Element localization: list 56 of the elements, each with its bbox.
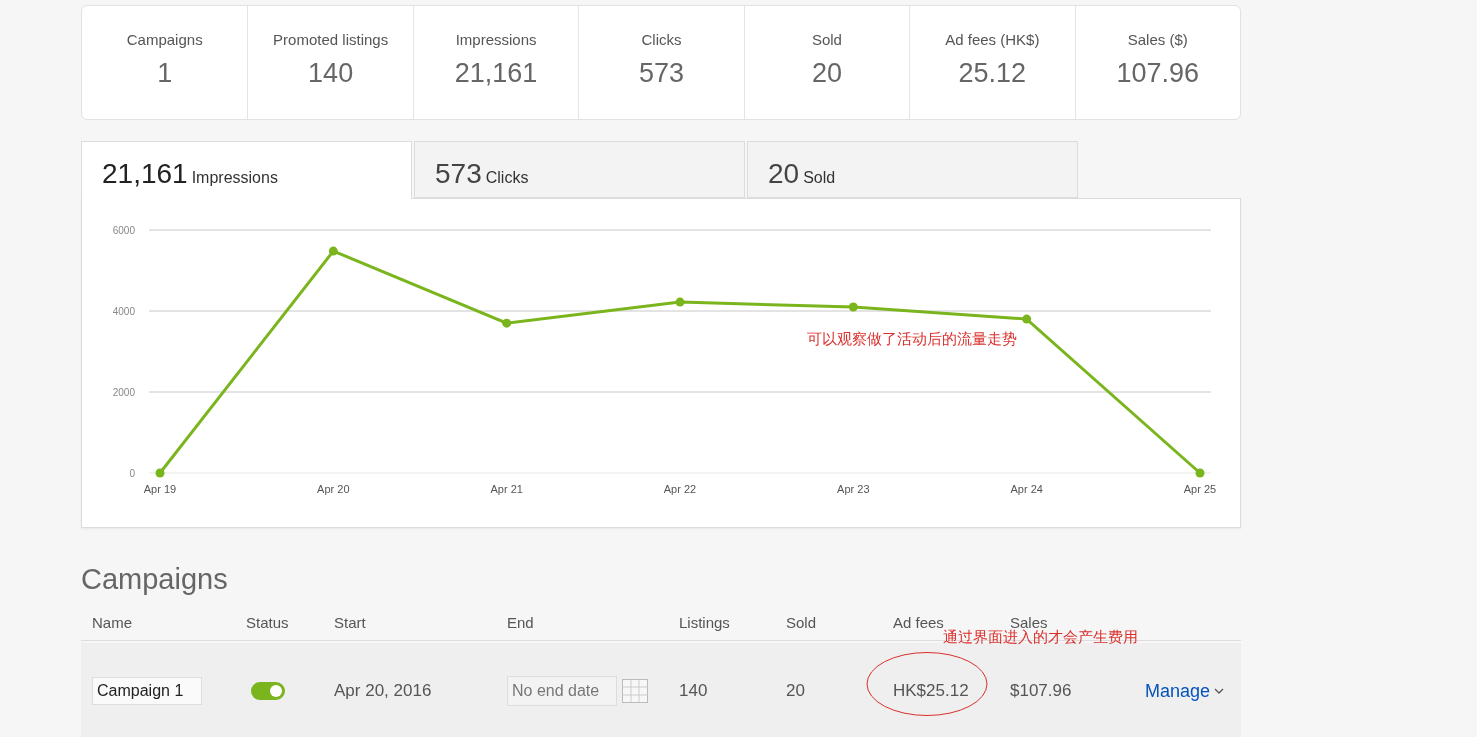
- column-header: Status: [246, 613, 290, 631]
- data-point: [502, 318, 512, 328]
- annotation-note: 可以观察做了活动后的流量走势: [807, 330, 1017, 349]
- stat-value: 573: [638, 58, 684, 89]
- stat-label: Sales ($): [1127, 31, 1188, 48]
- y-axis-label: 2000: [112, 387, 135, 398]
- column-header: Name: [92, 613, 133, 631]
- column-header: Ad fees: [893, 613, 944, 631]
- data-point: [328, 246, 338, 256]
- x-axis-label: Apr 20: [317, 483, 350, 495]
- stat-value: 25.12: [958, 58, 1027, 89]
- calendar-icon[interactable]: [622, 679, 648, 703]
- table-cell-text: $107.96: [1010, 681, 1073, 701]
- stat-value: 21,161: [454, 58, 538, 89]
- column-header: Listings: [679, 613, 731, 631]
- section-heading: Campaigns: [81, 563, 229, 596]
- column-header: End: [507, 613, 535, 631]
- table-cell-text: HK$25.12: [893, 681, 970, 701]
- x-axis-label: Apr 23: [837, 483, 870, 495]
- data-point: [1195, 468, 1205, 478]
- stat-label: Sold: [811, 31, 842, 48]
- x-axis-label: Apr 19: [143, 483, 177, 495]
- x-axis-label: Apr 21: [490, 483, 523, 495]
- data-point: [848, 302, 858, 312]
- table-cell-text: 20: [786, 681, 806, 701]
- stat-value: 140: [308, 58, 354, 89]
- x-axis-label: Apr 25: [1183, 483, 1217, 495]
- column-header: Start: [334, 613, 367, 631]
- data-point: [675, 297, 685, 307]
- data-point: [1022, 314, 1032, 324]
- x-axis-label: Apr 24: [1010, 483, 1043, 495]
- end-date-field[interactable]: No end date: [507, 676, 617, 706]
- stat-label: Clicks: [641, 31, 682, 48]
- y-axis-label: 6000: [112, 225, 135, 236]
- stat-label: Promoted listings: [273, 31, 389, 48]
- name-field[interactable]: Campaign 1: [92, 677, 202, 705]
- stat-value: 1: [157, 58, 173, 89]
- stat-label: Ad fees (HK$): [945, 31, 1040, 48]
- manage-link[interactable]: Manage: [1145, 680, 1241, 702]
- y-axis-label: 4000: [112, 306, 135, 317]
- x-axis-label: Apr 22: [663, 483, 697, 495]
- data-point: [155, 468, 165, 478]
- metric-tab[interactable]: 21,161 Impressions: [81, 141, 412, 199]
- stat-label: Campaigns: [126, 31, 203, 48]
- metric-tab[interactable]: 20 Sold: [747, 141, 1078, 198]
- table-cell-text: 140: [679, 681, 709, 701]
- table-cell-text: Apr 20, 2016: [334, 681, 433, 701]
- status-toggle[interactable]: [251, 682, 285, 700]
- chevron-down-icon: [1214, 688, 1225, 694]
- annotation-note: 通过界面进入的才会产生费用: [943, 628, 1138, 647]
- column-header: Sold: [786, 613, 818, 631]
- stat-value: 20: [811, 58, 842, 89]
- y-axis-label: 0: [129, 468, 135, 479]
- metric-tab[interactable]: 573 Clicks: [414, 141, 745, 198]
- stat-value: 107.96: [1116, 58, 1200, 89]
- stat-label: Impressions: [455, 31, 537, 48]
